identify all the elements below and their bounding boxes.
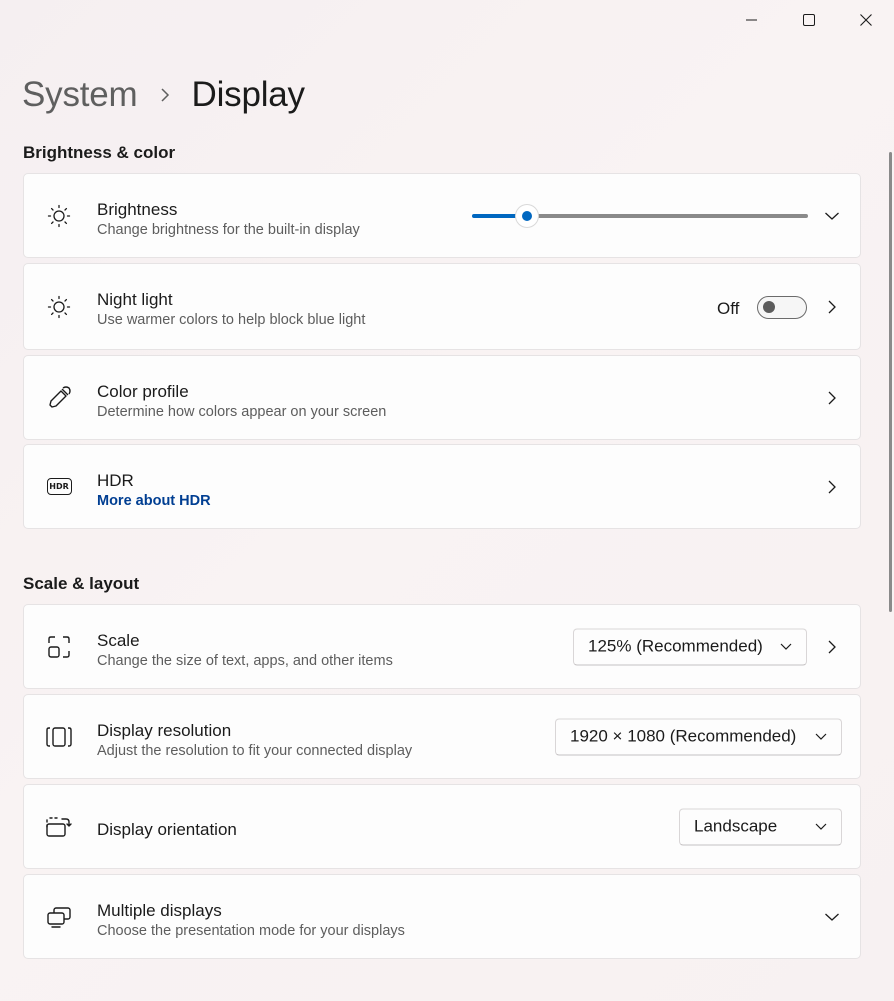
night-light-card[interactable]: Night light Use warmer colors to help bl…	[23, 263, 861, 350]
multiple-displays-icon	[45, 903, 73, 931]
chevron-right-icon[interactable]	[824, 299, 840, 315]
scale-title: Scale	[97, 631, 140, 650]
brightness-card: Brightness Change brightness for the bui…	[23, 173, 861, 258]
scale-dropdown[interactable]: 125% (Recommended)	[573, 628, 807, 665]
more-about-hdr-link[interactable]: More about HDR	[97, 493, 211, 509]
color-profile-card[interactable]: Color profile Determine how colors appea…	[23, 355, 861, 440]
display-resolution-dropdown-value: 1920 × 1080 (Recommended)	[570, 726, 797, 746]
brightness-slider-track	[527, 214, 808, 218]
multiple-displays-title: Multiple displays	[97, 901, 222, 920]
scale-card[interactable]: Scale Change the size of text, apps, and…	[23, 604, 861, 689]
vertical-scrollbar[interactable]	[889, 152, 892, 612]
night-light-title: Night light	[97, 290, 173, 309]
maximize-icon	[802, 14, 815, 26]
chevron-right-icon[interactable]	[824, 639, 840, 655]
chevron-down-icon[interactable]	[824, 208, 840, 224]
orientation-icon	[45, 813, 73, 841]
chevron-right-icon[interactable]	[824, 479, 840, 495]
night-light-subtitle: Use warmer colors to help block blue lig…	[97, 312, 366, 328]
resolution-icon	[45, 723, 73, 751]
hdr-icon: HDR	[45, 473, 73, 501]
night-light-toggle[interactable]	[757, 296, 807, 319]
color-profile-title: Color profile	[97, 382, 189, 401]
display-resolution-subtitle: Adjust the resolution to fit your connec…	[97, 743, 413, 759]
hdr-title: HDR	[97, 471, 134, 490]
night-light-icon	[45, 293, 73, 321]
hdr-card[interactable]: HDR HDR More about HDR	[23, 444, 861, 529]
brightness-slider[interactable]	[472, 204, 808, 228]
section-title-scale-layout: Scale & layout	[23, 574, 140, 593]
close-icon	[859, 14, 872, 26]
multiple-displays-subtitle: Choose the presentation mode for your di…	[97, 923, 405, 939]
chevron-down-icon	[815, 823, 827, 831]
scale-dropdown-value: 125% (Recommended)	[588, 636, 763, 656]
chevron-right-icon	[160, 87, 170, 103]
display-orientation-dropdown-value: Landscape	[694, 816, 778, 836]
toggle-knob	[763, 301, 775, 313]
scale-icon	[45, 633, 73, 661]
hdr-icon-label: HDR	[46, 478, 72, 495]
minimize-button[interactable]	[723, 0, 780, 40]
display-orientation-title: Display orientation	[97, 820, 237, 839]
close-button[interactable]	[837, 0, 894, 40]
breadcrumb-system-link[interactable]: System	[22, 75, 138, 115]
minimize-icon	[745, 19, 757, 21]
breadcrumb: System Display	[22, 72, 305, 118]
display-resolution-card: Display resolution Adjust the resolution…	[23, 694, 861, 779]
section-title-brightness-color: Brightness & color	[23, 143, 176, 162]
chevron-down-icon	[815, 733, 827, 741]
color-profile-subtitle: Determine how colors appear on your scre…	[97, 404, 387, 420]
brightness-subtitle: Change brightness for the built-in displ…	[97, 222, 360, 238]
chevron-right-icon[interactable]	[824, 390, 840, 406]
sun-icon	[45, 202, 73, 230]
display-orientation-dropdown[interactable]: Landscape	[679, 808, 842, 845]
display-orientation-card: Display orientation Landscape	[23, 784, 861, 869]
display-resolution-title: Display resolution	[97, 721, 232, 740]
brightness-slider-thumb[interactable]	[516, 205, 538, 227]
maximize-button[interactable]	[780, 0, 837, 40]
scale-subtitle: Change the size of text, apps, and other…	[97, 653, 393, 669]
chevron-down-icon	[780, 643, 792, 651]
multiple-displays-card[interactable]: Multiple displays Choose the presentatio…	[23, 874, 861, 959]
eyedropper-icon	[45, 384, 73, 412]
display-resolution-dropdown[interactable]: 1920 × 1080 (Recommended)	[555, 718, 842, 755]
page-title: Display	[191, 75, 306, 114]
chevron-down-icon[interactable]	[824, 909, 840, 925]
night-light-state-label: Off	[717, 299, 740, 318]
brightness-title: Brightness	[97, 200, 178, 219]
